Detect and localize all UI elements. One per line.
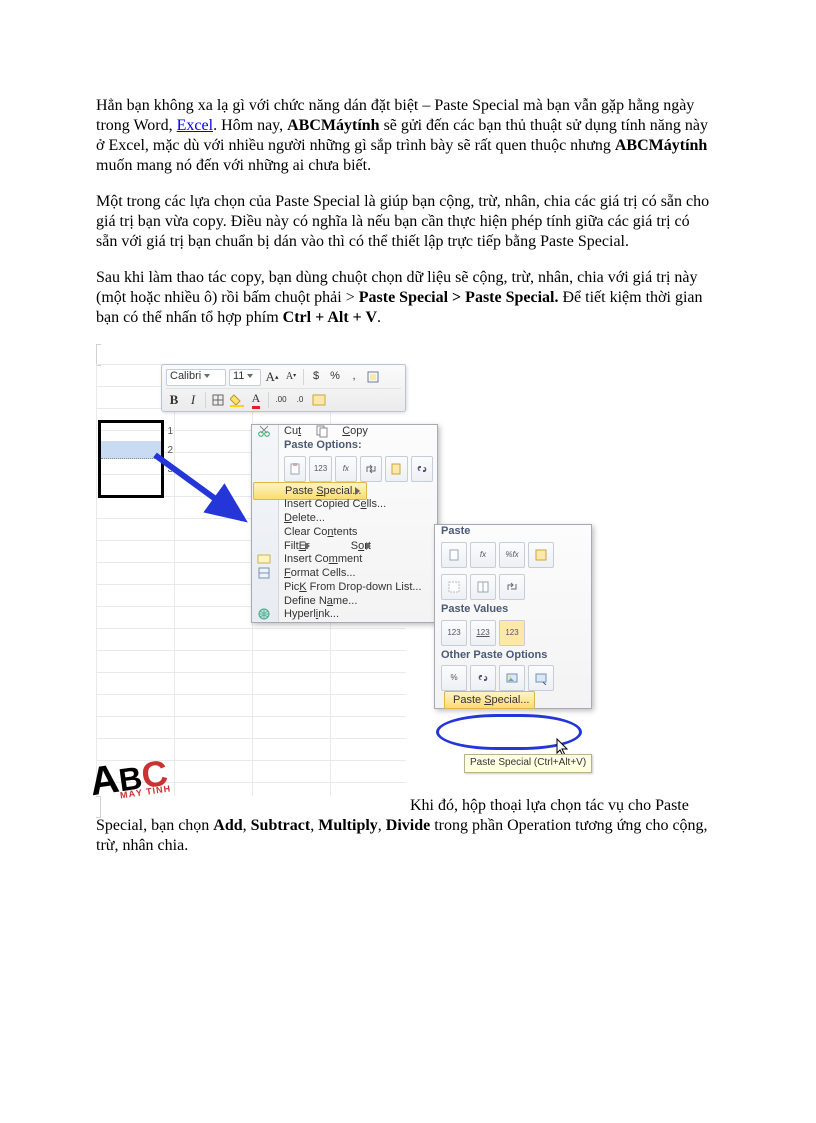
font-combo[interactable]: Calibri [166,369,226,386]
paragraph-2: Một trong các lựa chọn của Paste Special… [96,192,710,252]
selection-box: 123 [98,420,164,498]
paste-transpose-icon[interactable] [360,456,382,482]
fill-color-icon[interactable] [229,392,245,408]
flyout-paste-values-header: Paste Values [435,600,514,617]
paste-all-icon[interactable] [284,456,306,482]
fly-values-icon[interactable]: 123 [441,620,467,646]
menu-hyperlink[interactable]: Hyperlink... [252,605,345,623]
tooltip: Paste Special (Ctrl+Alt+V) [464,754,592,773]
fly-col-width-icon[interactable] [470,574,496,600]
paste-formatting-icon[interactable] [385,456,407,482]
increase-decimal-icon[interactable]: .00 [273,392,289,408]
flyout-paste-special[interactable]: Paste Special... [444,691,535,709]
fly-values-num-icon[interactable]: 123 [470,620,496,646]
paste-formulas-icon[interactable]: fx [335,456,357,482]
screenshot: Calibri 11 A▴ A▾ $ % , B I [96,344,406,818]
paste-link-icon[interactable] [411,456,433,482]
blue-arrow-icon [151,449,251,529]
font-color-icon[interactable]: A [248,392,264,408]
merge-icon[interactable] [311,392,327,408]
abc-logo: ABC MÁY TÍNH [88,755,172,803]
fly-paste-formulas-num-icon[interactable]: %fx [499,542,525,568]
italic-icon[interactable]: I [185,392,201,408]
paragraph-1: Hẳn bạn không xa lạ gì với chức năng dán… [96,96,710,176]
mini-toolbar: Calibri 11 A▴ A▾ $ % , B I [161,364,406,412]
fly-picture-icon[interactable] [499,665,525,691]
format-painter-icon[interactable] [365,369,381,385]
fly-values-src-icon[interactable]: 123 [499,620,525,646]
fly-no-borders-icon[interactable] [441,574,467,600]
fly-paste-all-icon[interactable] [441,542,467,568]
paragraph-3: Sau khi làm thao tác copy, bạn dùng chuộ… [96,268,710,328]
paste-values-icon[interactable]: 123 [309,456,331,482]
paste-options-row: 123 fx [252,453,437,485]
shrink-font-icon[interactable]: A▾ [283,369,299,385]
comma-icon[interactable]: , [346,369,362,385]
context-menu: Cut Copy Paste Options: 123 fx Paste Spe… [251,424,438,623]
flyout-paste-header: Paste [435,522,476,539]
fly-transpose-icon[interactable] [499,574,525,600]
percent-icon[interactable]: % [327,369,343,385]
borders-icon[interactable] [210,392,226,408]
excel-link[interactable]: Excel [177,117,213,134]
fly-paste-formulas-icon[interactable]: fx [470,542,496,568]
fly-keep-source-icon[interactable] [528,542,554,568]
decrease-decimal-icon[interactable]: .0 [292,392,308,408]
grow-font-icon[interactable]: A▴ [264,369,280,385]
globe-icon [257,607,273,623]
flyout-other-header: Other Paste Options [435,646,553,663]
currency-icon[interactable]: $ [308,369,324,385]
size-combo[interactable]: 11 [229,369,261,386]
paste-options-header: Paste Options: [252,436,368,453]
paste-special-flyout: Paste fx %fx Paste Values 123 123 123 [434,524,592,709]
fly-linked-pic-icon[interactable] [528,665,554,691]
bold-icon[interactable]: B [166,392,182,408]
fly-link-icon[interactable] [470,665,496,691]
fly-formatting-icon[interactable]: % [441,665,467,691]
figure-paragraph: Calibri 11 A▴ A▾ $ % , B I [96,344,710,856]
